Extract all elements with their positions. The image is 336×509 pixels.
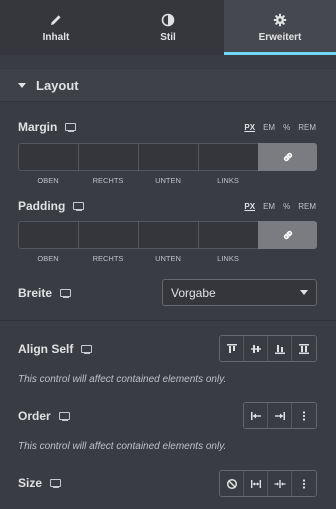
- margin-bottom-input[interactable]: [138, 143, 198, 171]
- order-buttons: [243, 402, 317, 429]
- unit-px[interactable]: PX: [244, 123, 255, 132]
- unit-em[interactable]: EM: [263, 202, 275, 211]
- side-label-top: OBEN: [37, 254, 59, 263]
- margin-top-input[interactable]: [18, 143, 78, 171]
- link-icon: [283, 152, 292, 162]
- padding-left-input[interactable]: [198, 221, 258, 249]
- size-label-row: Size: [18, 476, 62, 490]
- align-self-buttons: [219, 335, 317, 362]
- order-label: Order: [18, 409, 51, 423]
- margin-inputs: [18, 143, 317, 171]
- gear-icon: [273, 13, 287, 26]
- unit-px[interactable]: PX: [244, 202, 255, 211]
- width-select-value: Vorgabe: [171, 285, 216, 300]
- side-label-right: RECHTS: [92, 176, 124, 185]
- align-center-icon: [250, 344, 261, 353]
- contrast-icon: [161, 13, 175, 26]
- more-vertical-icon: [302, 478, 306, 489]
- pencil-icon: [51, 14, 61, 25]
- desktop-icon[interactable]: [81, 344, 93, 354]
- size-grow-button[interactable]: [244, 471, 268, 496]
- align-self-label: Align Self: [18, 342, 74, 356]
- unit-percent[interactable]: %: [283, 202, 290, 211]
- align-self-label-row: Align Self: [18, 342, 93, 356]
- size-shrink-button[interactable]: [268, 471, 292, 496]
- unit-rem[interactable]: REM: [298, 202, 316, 211]
- width-label-row: Breite: [18, 286, 72, 300]
- link-icon: [283, 230, 292, 240]
- margin-left-input[interactable]: [198, 143, 258, 171]
- align-end-button[interactable]: [268, 336, 292, 361]
- padding-top-input[interactable]: [18, 221, 78, 249]
- desktop-icon[interactable]: [58, 411, 70, 421]
- chevron-down-icon: [300, 290, 308, 295]
- tab-label: Stil: [160, 31, 176, 43]
- side-label-left: LINKS: [217, 176, 239, 185]
- padding-label: Padding: [18, 199, 66, 213]
- padding-units: PX EM % REM: [244, 202, 316, 211]
- unit-em[interactable]: EM: [263, 123, 275, 132]
- unit-percent[interactable]: %: [283, 123, 290, 132]
- shrink-icon: [274, 479, 285, 488]
- section-title: Layout: [36, 77, 79, 93]
- padding-link-button[interactable]: [258, 221, 317, 249]
- padding-bottom-input[interactable]: [138, 221, 198, 249]
- margin-right-input[interactable]: [78, 143, 138, 171]
- side-label-top: OBEN: [37, 176, 59, 185]
- margin-label-row: Margin: [18, 120, 77, 134]
- order-label-row: Order: [18, 409, 70, 423]
- align-end-icon: [274, 344, 285, 354]
- order-more-button[interactable]: [292, 403, 316, 428]
- size-buttons: [219, 470, 317, 497]
- tab-label: Erweitert: [258, 31, 302, 43]
- arrow-to-end-icon: [274, 411, 285, 420]
- size-label: Size: [18, 476, 43, 490]
- align-start-button[interactable]: [220, 336, 244, 361]
- tab-label: Inhalt: [42, 31, 70, 43]
- side-label-left: LINKS: [217, 254, 239, 263]
- panel-tabs: Inhalt Stil Erweitert: [0, 0, 336, 55]
- margin-side-labels: OBEN RECHTS UNTEN LINKS: [18, 176, 258, 185]
- size-none-button[interactable]: [220, 471, 244, 496]
- unit-rem[interactable]: REM: [298, 123, 316, 132]
- margin-link-button[interactable]: [258, 143, 317, 171]
- order-start-button[interactable]: [244, 403, 268, 428]
- size-more-button[interactable]: [292, 471, 316, 496]
- width-select[interactable]: Vorgabe: [162, 279, 317, 306]
- desktop-icon[interactable]: [60, 288, 72, 298]
- side-label-bottom: UNTEN: [155, 254, 181, 263]
- caret-down-icon: [18, 82, 26, 88]
- margin-label: Margin: [18, 120, 58, 134]
- tab-stil[interactable]: Stil: [112, 0, 224, 55]
- align-stretch-icon: [299, 343, 309, 354]
- divider: [0, 320, 336, 321]
- align-self-note: This control will affect contained eleme…: [18, 374, 227, 385]
- padding-right-input[interactable]: [78, 221, 138, 249]
- side-label-bottom: UNTEN: [155, 176, 181, 185]
- more-vertical-icon: [302, 410, 306, 421]
- desktop-icon[interactable]: [73, 201, 85, 211]
- ban-icon: [226, 478, 237, 489]
- side-label-right: RECHTS: [92, 254, 124, 263]
- arrow-to-start-icon: [250, 411, 261, 420]
- order-note: This control will affect contained eleme…: [18, 441, 227, 452]
- align-start-icon: [226, 343, 237, 353]
- tab-erweitert[interactable]: Erweitert: [224, 0, 336, 55]
- padding-label-row: Padding: [18, 199, 85, 213]
- section-layout-header[interactable]: Layout: [0, 68, 336, 102]
- padding-inputs: [18, 221, 317, 249]
- desktop-icon[interactable]: [65, 122, 77, 132]
- margin-units: PX EM % REM: [244, 123, 316, 132]
- align-stretch-button[interactable]: [292, 336, 316, 361]
- width-label: Breite: [18, 286, 53, 300]
- tab-inhalt[interactable]: Inhalt: [0, 0, 112, 55]
- align-center-button[interactable]: [244, 336, 268, 361]
- padding-side-labels: OBEN RECHTS UNTEN LINKS: [18, 254, 258, 263]
- desktop-icon[interactable]: [50, 478, 62, 488]
- order-end-button[interactable]: [268, 403, 292, 428]
- grow-icon: [250, 479, 261, 488]
